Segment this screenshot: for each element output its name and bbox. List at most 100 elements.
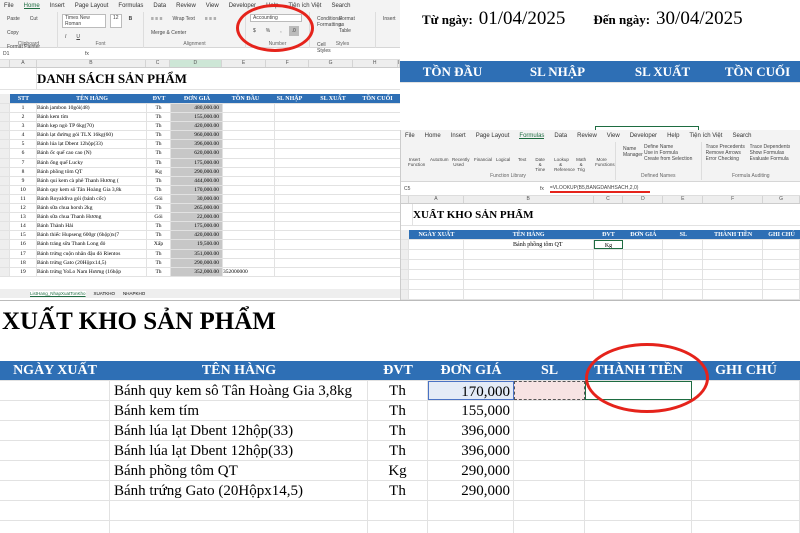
cell[interactable]: Th [147,176,171,185]
cell[interactable]: Bánh trứng Gato (20Hộpx14,5) [37,258,147,267]
cell[interactable]: Th [368,481,428,500]
cell[interactable]: Bánh kẹp ngò TP 6kg(70) [37,122,147,131]
column-header[interactable]: E [222,60,267,67]
cell[interactable]: Th [147,149,171,158]
cell[interactable]: 19,500.00 [171,240,223,249]
cell[interactable] [703,260,764,269]
cell[interactable]: Bánh phồng tôm QT [464,240,594,249]
cell[interactable]: 7 [10,158,37,167]
copy-button[interactable]: Copy [4,28,22,38]
cell[interactable]: 444,000.00 [171,176,223,185]
cell[interactable] [514,441,585,460]
cell[interactable]: 18 [10,258,37,267]
cell[interactable] [223,249,275,258]
cell[interactable] [0,481,110,500]
cell[interactable] [692,381,800,400]
cell[interactable] [409,250,464,259]
cell[interactable] [585,521,692,533]
cell[interactable]: 14 [10,222,37,231]
cell[interactable] [663,280,704,289]
menu-tab[interactable]: Insert [50,3,65,9]
cell[interactable] [223,194,275,204]
cell[interactable] [428,501,514,520]
cell[interactable]: Th [368,401,428,420]
menu-tab[interactable]: Review [577,133,597,139]
column-header[interactable]: A [10,60,37,67]
cell[interactable]: Bánh lạt đường gói TLX 16kg(60) [37,131,147,140]
cell[interactable] [663,290,704,299]
cell[interactable]: Xấp [147,240,171,249]
cell[interactable] [223,258,275,267]
cell[interactable]: Th [147,222,171,231]
cell[interactable] [0,421,110,440]
cell[interactable] [623,290,664,299]
cell[interactable]: 420,000.00 [171,122,223,131]
format-as-table-button[interactable]: Format as Table [336,14,355,36]
cell[interactable] [409,270,464,279]
cell[interactable]: 396,000.00 [171,140,223,149]
cell[interactable]: Bánh ống quế Lucky [37,158,147,167]
cell[interactable] [110,521,368,533]
menu-tab[interactable]: Search [732,133,751,139]
cell[interactable] [585,441,692,460]
cell[interactable]: 1 [10,104,37,113]
cell[interactable] [223,104,275,113]
cell[interactable] [0,381,110,400]
menu-tab[interactable]: File [405,133,415,139]
cell[interactable]: Kg [368,461,428,480]
cell[interactable] [428,521,514,533]
cell[interactable]: 170,000 [428,381,514,400]
font-size-select[interactable]: 12 [110,14,122,28]
cell[interactable]: Bánh trứng YoLo Nam Hương (16hộp [37,267,147,276]
align-icon[interactable]: ≡ ≡ ≡ [148,14,166,24]
from-date-value[interactable]: 01/04/2025 [479,8,566,30]
cell[interactable] [763,250,800,259]
cell[interactable] [703,290,764,299]
auditing-button[interactable]: Error Checking [706,156,747,162]
cell[interactable] [763,280,800,289]
cell[interactable]: Th [147,104,171,113]
cell[interactable] [0,401,110,420]
cell[interactable] [514,381,585,400]
cell[interactable]: 13 [10,213,37,222]
cell[interactable]: Kg [147,167,171,176]
cell[interactable]: 8 [10,167,37,176]
cell[interactable] [703,240,764,249]
cell[interactable] [514,461,585,480]
sheet-tab[interactable]: NHAPKHO [123,291,145,296]
cell[interactable]: 30,000.00 [171,194,223,204]
cell[interactable]: 960,000.00 [171,131,223,140]
cell[interactable]: Bánh sữa chua Thanh Hương [37,213,147,222]
cell[interactable] [585,461,692,480]
to-date-value[interactable]: 30/04/2025 [656,8,743,30]
cell[interactable] [110,501,368,520]
cell[interactable]: Bánh tráng sữa Thanh Long đỏ [37,240,147,249]
cell[interactable]: Th [147,204,171,213]
cell[interactable] [763,260,800,269]
cell[interactable] [223,222,275,231]
cell[interactable]: Gói [147,213,171,222]
cell[interactable]: Kg [593,240,624,249]
cell[interactable] [585,421,692,440]
cell[interactable]: Bánh quy kem sô Tân Hoàng Gia 3,8k [37,185,147,194]
column-header[interactable]: D [623,196,664,203]
sheet-tab[interactable]: XUATKHO [94,291,115,296]
cell[interactable] [703,270,764,279]
menu-tab[interactable]: Formulas [519,133,545,139]
cell[interactable]: Bánh lúa lạt Dbent 12hộp(33) [110,441,368,460]
cell[interactable] [0,461,110,480]
cell[interactable] [0,501,110,520]
cell[interactable] [623,250,664,259]
cell[interactable]: Th [368,381,428,400]
cell[interactable]: 2 [10,113,37,122]
sheet-tab[interactable]: ListHang_NhapXuatTonKho [30,290,86,296]
bold-button[interactable]: B [126,14,136,28]
cell[interactable]: 175,000.00 [171,222,223,231]
column-header[interactable]: F [703,196,764,203]
menu-tab[interactable]: View [206,3,219,9]
cell[interactable]: 290,000 [428,481,514,500]
cell[interactable] [623,240,664,249]
auditing-button[interactable]: Evaluate Formula [750,156,791,162]
cell[interactable]: 352,000.00 [171,267,223,276]
cell[interactable]: Bánh Royaldiva gói (bánh cốc) [37,194,147,204]
